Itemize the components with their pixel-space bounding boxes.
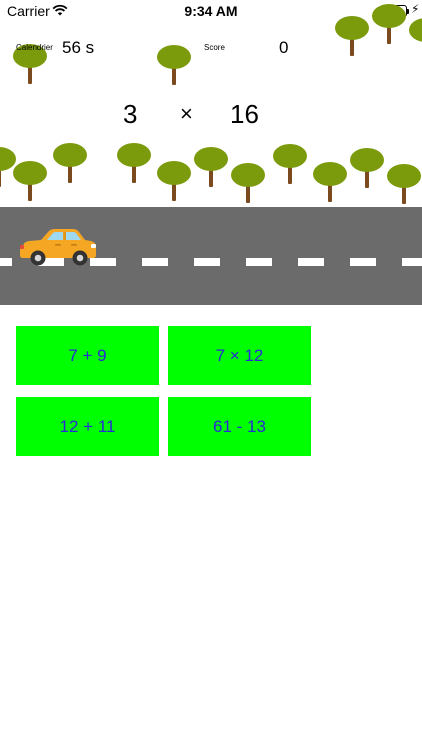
- tree-icon: [13, 161, 47, 203]
- tree-icon: [157, 45, 191, 87]
- tree-icon: [273, 144, 307, 186]
- charging-bolt-icon: ⚡: [411, 2, 420, 16]
- tree-icon: [409, 18, 422, 60]
- problem-left-operand: 3: [123, 99, 138, 129]
- timer-value: 56 s: [62, 38, 95, 57]
- tree-icon: [117, 143, 151, 185]
- tree-icon: [387, 164, 421, 206]
- answer-button-3[interactable]: 12 + 11: [16, 397, 159, 456]
- lane-dash: [402, 258, 422, 266]
- tree-icon: [350, 148, 384, 190]
- answer-button-1[interactable]: 7 + 9: [16, 326, 159, 385]
- score-value: 0: [279, 38, 289, 57]
- tree-icon: [372, 4, 406, 46]
- lane-dash: [246, 258, 272, 266]
- tree-icon: [194, 147, 228, 189]
- problem-right-operand: 16: [230, 99, 259, 129]
- tree-icon: [53, 143, 87, 185]
- timer-label: Calendrier: [16, 43, 53, 52]
- lane-dash: [194, 258, 220, 266]
- problem-operator: ×: [180, 101, 193, 126]
- tree-icon: [231, 163, 265, 205]
- battery-tip: [407, 9, 409, 14]
- answer-button-2[interactable]: 7 × 12: [168, 326, 311, 385]
- lane-dash: [142, 258, 168, 266]
- lane-dash: [298, 258, 324, 266]
- score-label: Score: [204, 43, 225, 52]
- tree-icon: [335, 16, 369, 58]
- car-icon: [20, 229, 96, 266]
- lane-dash: [350, 258, 376, 266]
- answer-button-4[interactable]: 61 - 13: [168, 397, 311, 456]
- lane-dash: [0, 258, 12, 266]
- tree-icon: [313, 162, 347, 204]
- tree-icon: [157, 161, 191, 203]
